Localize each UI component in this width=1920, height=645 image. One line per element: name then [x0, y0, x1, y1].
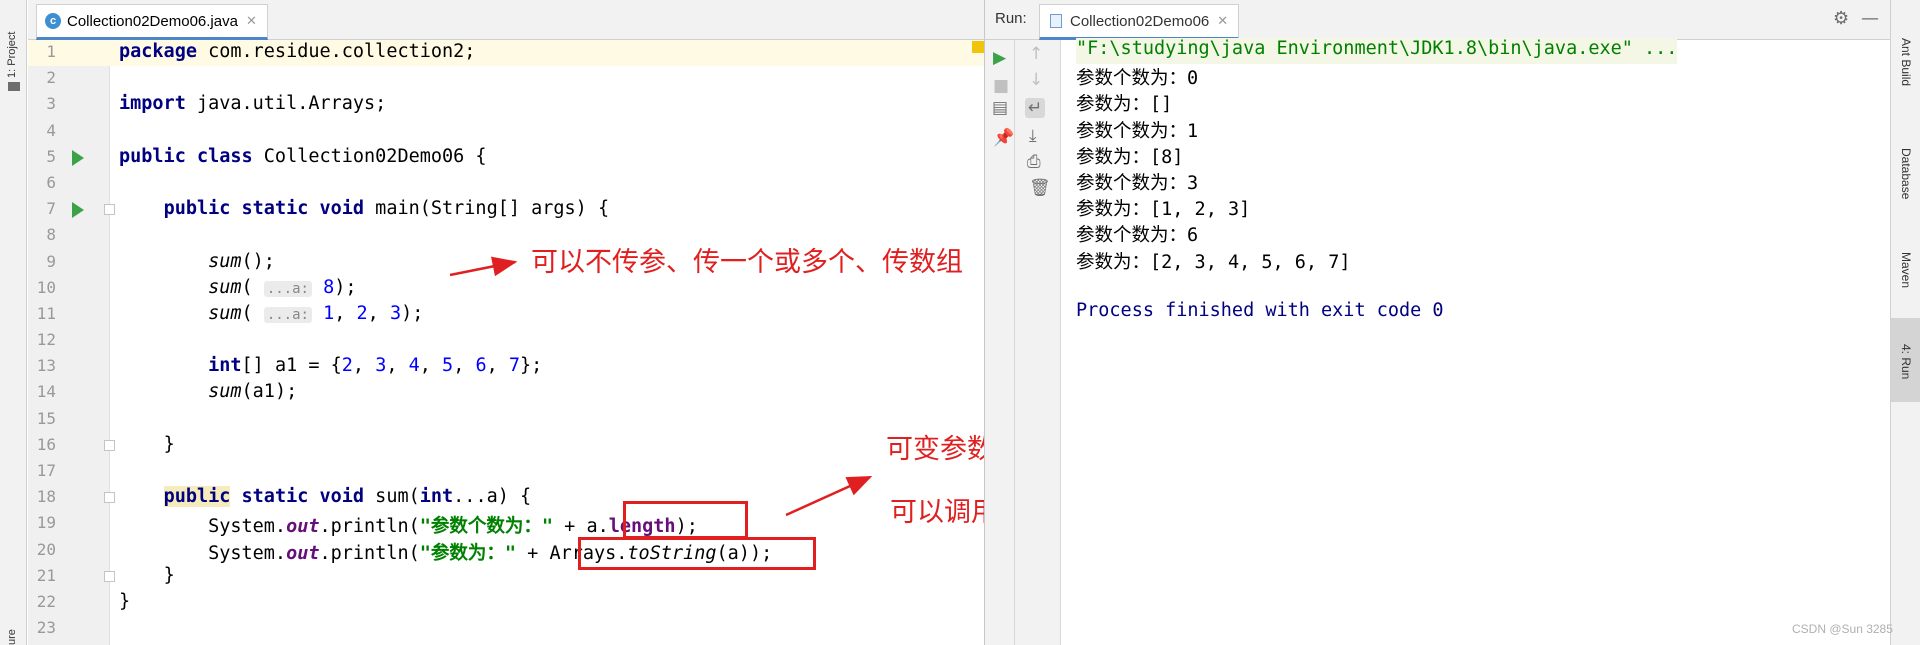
console-output[interactable]: "F:\studying\java Environment\JDK1.8\bin…: [1076, 38, 1678, 326]
console-line: 参数为：[8]: [1076, 146, 1184, 168]
run-panel: Run: Collection02Demo06 ✕ ⚙ — ▶ ■ ▤ 📌 ↑ …: [984, 0, 1891, 645]
console-line: 参数个数为：6: [1076, 225, 1199, 247]
down-icon[interactable]: ↓: [1029, 70, 1043, 90]
annotation-varargs-calls: 可以不传参、传一个或多个、传数组: [531, 247, 963, 278]
rerun-icon[interactable]: ▶: [993, 48, 1006, 68]
pin-icon[interactable]: 📌: [993, 128, 1014, 148]
right-tool-strip: Ant Build Database Maven 4: Run: [1890, 0, 1920, 645]
console-line: 参数为：[1, 2, 3]: [1076, 199, 1251, 221]
scroll-end-icon[interactable]: ⤓: [1029, 126, 1037, 146]
console-exit-line: Process finished with exit code 0: [1076, 299, 1444, 321]
run-header: Run: Collection02Demo06 ✕ ⚙ —: [985, 0, 1891, 40]
minimize-icon[interactable]: —: [1861, 8, 1879, 29]
gear-icon[interactable]: ⚙: [1833, 8, 1849, 29]
console-line: 参数为：[2, 3, 4, 5, 6, 7]: [1076, 251, 1351, 273]
console-line: 参数个数为：3: [1076, 172, 1199, 194]
trash-icon[interactable]: 🗑: [1029, 178, 1051, 198]
console-line: 参数为：[]: [1076, 94, 1173, 116]
watermark: CSDN @Sun 3285: [1792, 622, 1893, 636]
close-icon[interactable]: ✕: [1217, 13, 1228, 29]
arrow-to-method: [785, 475, 873, 517]
run-tab-label: Collection02Demo06: [1070, 12, 1210, 30]
run-toolbar-secondary: ↑ ↓ ↵ ⤓ ⎙ 🗑: [1015, 40, 1061, 645]
run-tab[interactable]: Collection02Demo06 ✕: [1039, 4, 1240, 40]
maven-tool-button[interactable]: Maven: [1899, 252, 1913, 288]
run-tool-button[interactable]: 4: Run: [1899, 344, 1913, 379]
up-icon[interactable]: ↑: [1029, 44, 1043, 64]
console-line: 参数个数为：0: [1076, 68, 1199, 90]
database-tool-button[interactable]: Database: [1899, 148, 1913, 199]
soft-wrap-icon[interactable]: ↵: [1025, 98, 1046, 118]
print-icon[interactable]: ⎙: [1027, 152, 1041, 172]
run-label: Run:: [995, 10, 1027, 27]
run-toolbar-primary: ▶ ■ ▤ 📌: [985, 40, 1015, 645]
run-config-icon: [1050, 14, 1062, 28]
stop-icon[interactable]: ■: [993, 76, 1009, 96]
layout-icon[interactable]: ▤: [992, 98, 1008, 118]
console-command-line: "F:\studying\java Environment\JDK1.8\bin…: [1076, 38, 1678, 65]
ant-build-tool-button[interactable]: Ant Build: [1899, 38, 1913, 86]
console-line: 参数个数为：1: [1076, 120, 1199, 142]
arrow-to-calls: [449, 256, 518, 277]
